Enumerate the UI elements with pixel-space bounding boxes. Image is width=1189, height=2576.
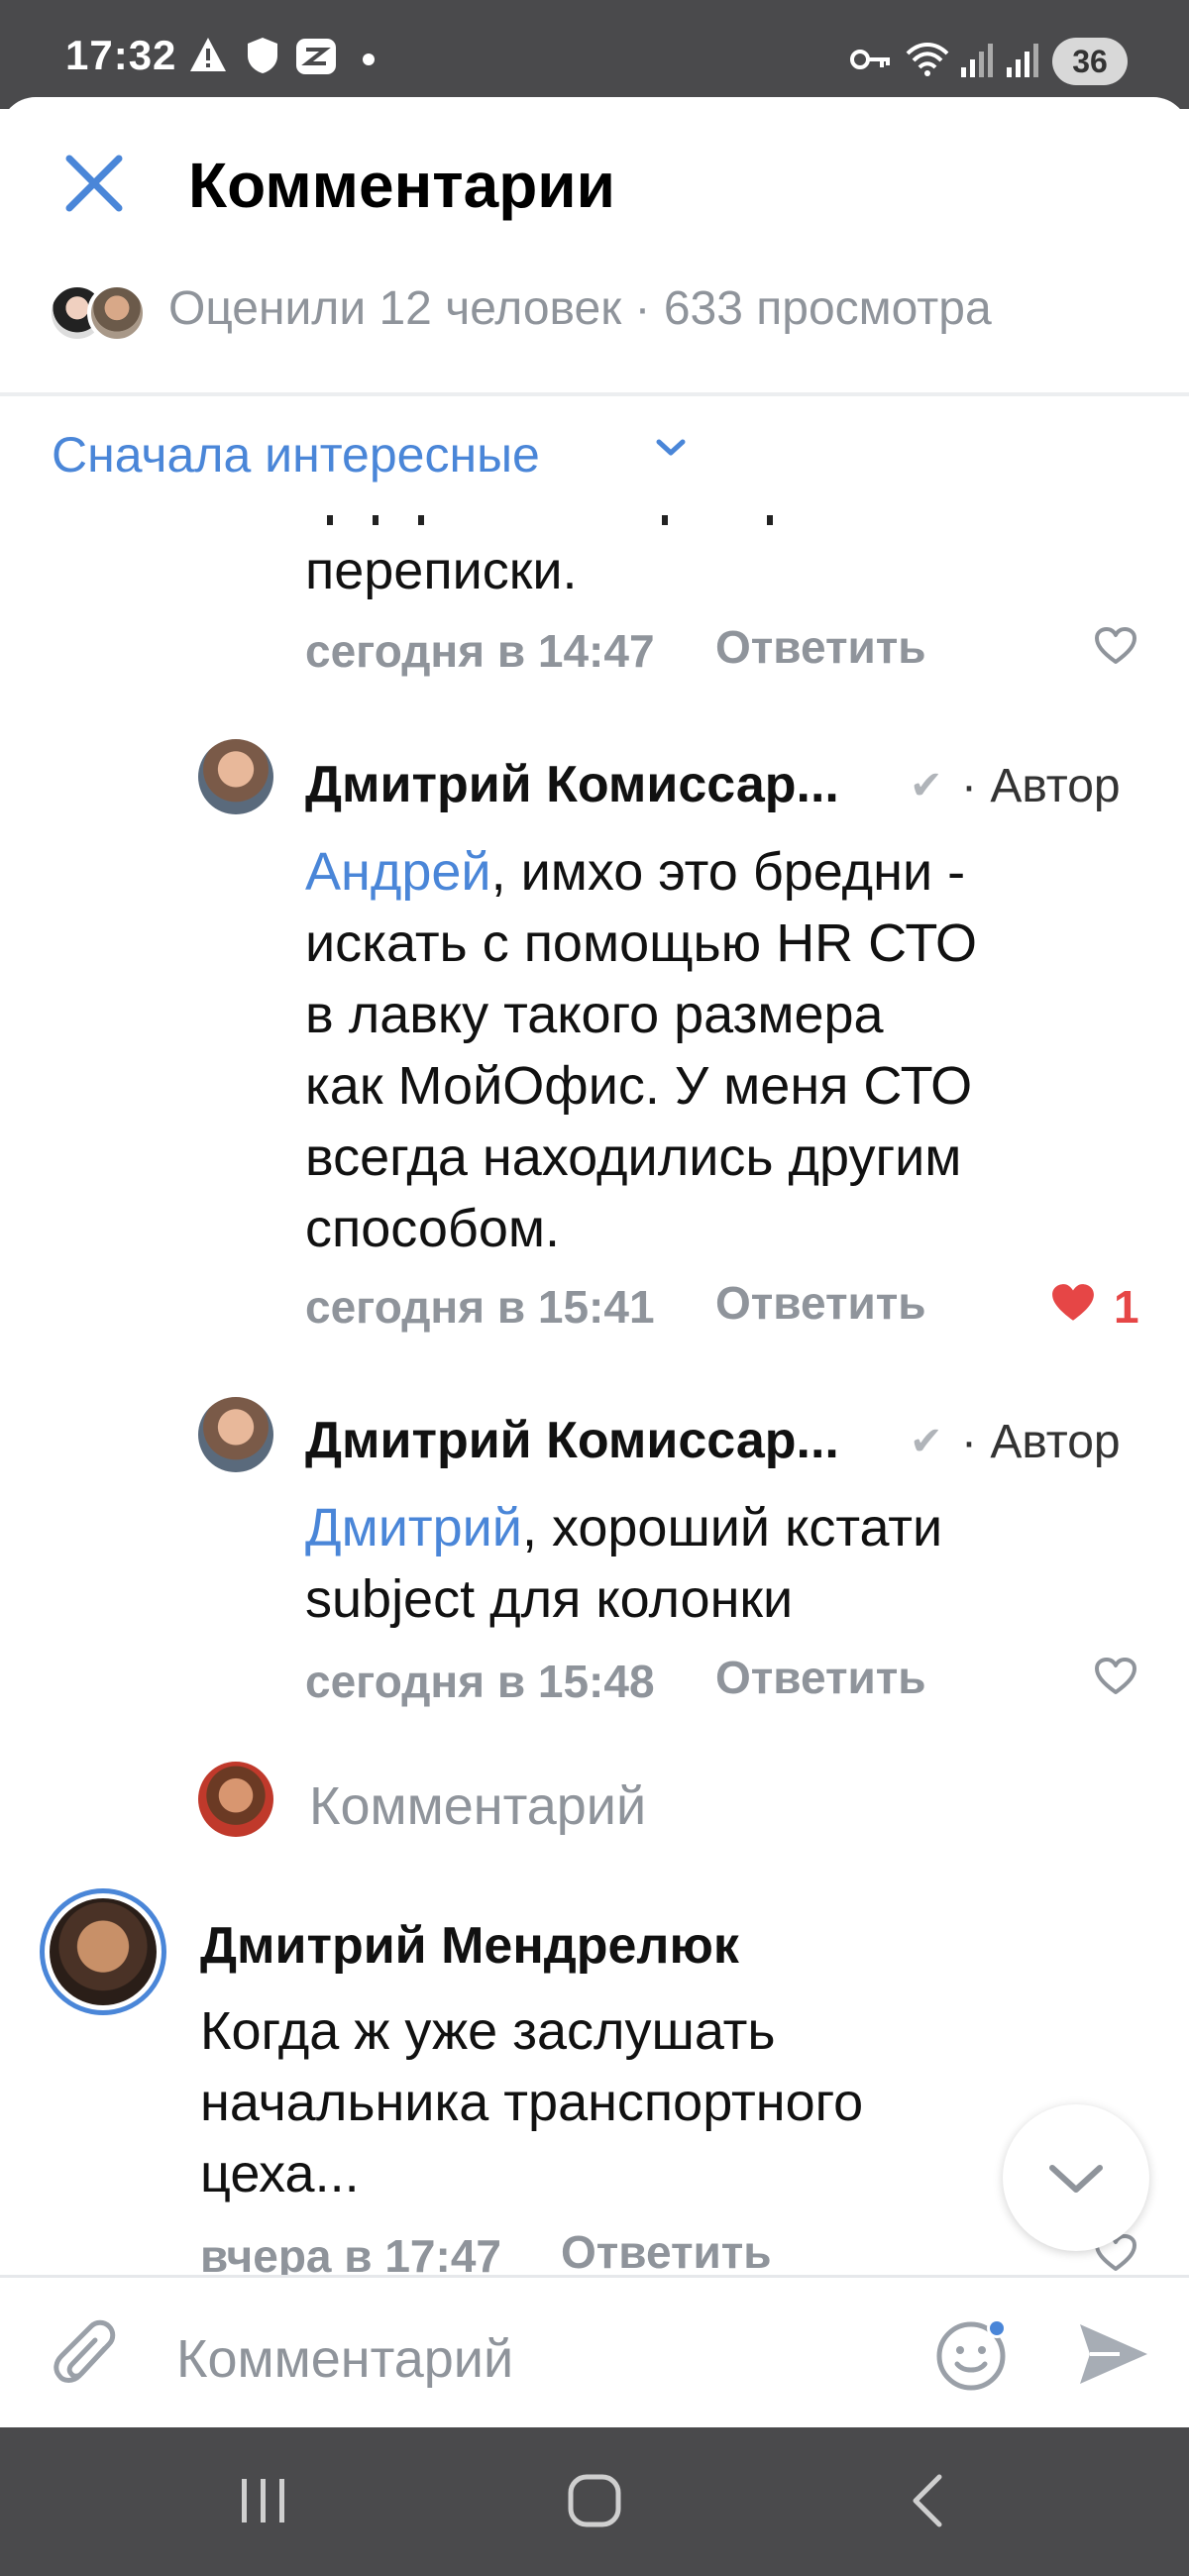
status-time: 17:32: [65, 32, 177, 78]
recent-apps-icon: [242, 2479, 284, 2522]
reply-thread-input[interactable]: Комментарий: [309, 1775, 646, 1837]
comment-text: Когда ж уже заслушать начальника транспо…: [200, 1995, 993, 2209]
comment-text-line: Когда ж уже заслушать: [200, 2001, 776, 2061]
key-icon: [850, 46, 892, 78]
comment-author[interactable]: Дмитрий Мендрелюк: [200, 1916, 739, 1976]
like-button[interactable]: 1: [1050, 1280, 1159, 1333]
comment-time: сегодня в 15:48: [305, 1656, 655, 1707]
avatar[interactable]: [198, 739, 273, 814]
scroll-down-button[interactable]: [1003, 2104, 1149, 2251]
comment-text-line: всегда находились другим: [305, 1127, 962, 1187]
warning-icon: [188, 36, 228, 82]
comment-text-line: , имхо это бредни -: [490, 842, 966, 902]
heart-icon: [1095, 627, 1136, 664]
liked-avatars[interactable]: [48, 277, 157, 343]
send-icon: [1080, 2324, 1147, 2384]
mention-link[interactable]: Андрей: [305, 842, 491, 902]
comment-author[interactable]: Дмитрий Комиссар...: [305, 1411, 839, 1470]
send-button[interactable]: [1076, 2318, 1151, 2395]
comment-text-line: способом.: [305, 1199, 561, 1258]
comment-text-line: цеха...: [200, 2144, 360, 2203]
comment-text: Андрей, имхо это бредни - искать с помощ…: [305, 836, 1078, 1264]
chevron-down-icon: [1049, 2165, 1103, 2193]
comment-text: переписки.: [305, 541, 578, 600]
comment-text-line: subject для колонки: [305, 1569, 794, 1629]
comment-text-line: , хороший кстати: [521, 1498, 943, 1557]
sort-dropdown[interactable]: Сначала интересные: [52, 426, 540, 483]
signal-icon: [959, 40, 995, 84]
avatar: [87, 283, 147, 343]
comment-author[interactable]: Дмитрий Комиссар...: [305, 755, 839, 814]
comment-text-line: искать с помощью HR СТО: [305, 913, 977, 973]
heart-icon: [1095, 1658, 1136, 1694]
like-count: 1: [1114, 1281, 1139, 1333]
avatar: [50, 1898, 157, 2005]
reply-button[interactable]: Ответить: [715, 1651, 926, 1704]
comment-input[interactable]: [176, 2324, 890, 2394]
reply-button[interactable]: Ответить: [715, 620, 926, 674]
reply-button[interactable]: Ответить: [561, 2225, 772, 2275]
comment-text-line: в лавку такого размера: [305, 985, 884, 1044]
battery-indicator: 36: [1052, 38, 1128, 85]
wifi-icon: [904, 40, 951, 84]
author-badge: · Автор: [961, 1416, 1121, 1468]
avatar[interactable]: [198, 1397, 273, 1472]
back-button[interactable]: [908, 2471, 947, 2535]
header-divider: [0, 392, 1189, 396]
comment-text: Дмитрий, хороший кстати subject для коло…: [305, 1492, 1078, 1635]
smiley-icon: [936, 2318, 1007, 2391]
verified-check-icon: ✔: [910, 1420, 943, 1463]
like-button[interactable]: [1094, 626, 1137, 671]
comment-time: сегодня в 14:47: [305, 625, 655, 677]
like-button[interactable]: [1094, 1657, 1137, 1701]
reply-button[interactable]: Ответить: [715, 1276, 926, 1330]
avatar: [198, 1762, 273, 1837]
chevron-down-icon[interactable]: [654, 436, 688, 465]
comment-text-line: начальника транспортного: [200, 2073, 864, 2132]
heart-filled-icon: [1052, 1284, 1094, 1321]
back-icon: [913, 2474, 942, 2527]
close-icon: [65, 155, 123, 212]
signal-icon: [1005, 40, 1040, 84]
home-button[interactable]: [565, 2471, 624, 2535]
comment-time: сегодня в 15:41: [305, 1281, 655, 1333]
author-badge: · Автор: [961, 760, 1121, 812]
notification-dot-icon: [363, 54, 375, 65]
paperclip-icon: [54, 2319, 116, 2383]
verified-check-icon: ✔: [910, 764, 943, 807]
emoji-button[interactable]: [931, 2312, 1015, 2401]
recent-apps-button[interactable]: [234, 2473, 293, 2533]
home-icon: [568, 2474, 621, 2527]
comment-time: вчера в 17:47: [200, 2230, 501, 2275]
shield-icon: [246, 36, 279, 84]
avatar-story-ring[interactable]: [40, 1888, 166, 2015]
app-icon: [295, 38, 337, 84]
page-title: Комментарии: [188, 150, 615, 221]
mention-link[interactable]: Дмитрий: [305, 1498, 522, 1557]
close-button[interactable]: [59, 149, 129, 218]
comment-text-line: как МойОфис. У меня СТО: [305, 1056, 973, 1116]
attach-button[interactable]: [54, 2318, 123, 2403]
clipped-text-remnant: [307, 515, 1001, 525]
likes-views-summary[interactable]: Оценили 12 человек · 633 просмотра: [168, 281, 992, 336]
